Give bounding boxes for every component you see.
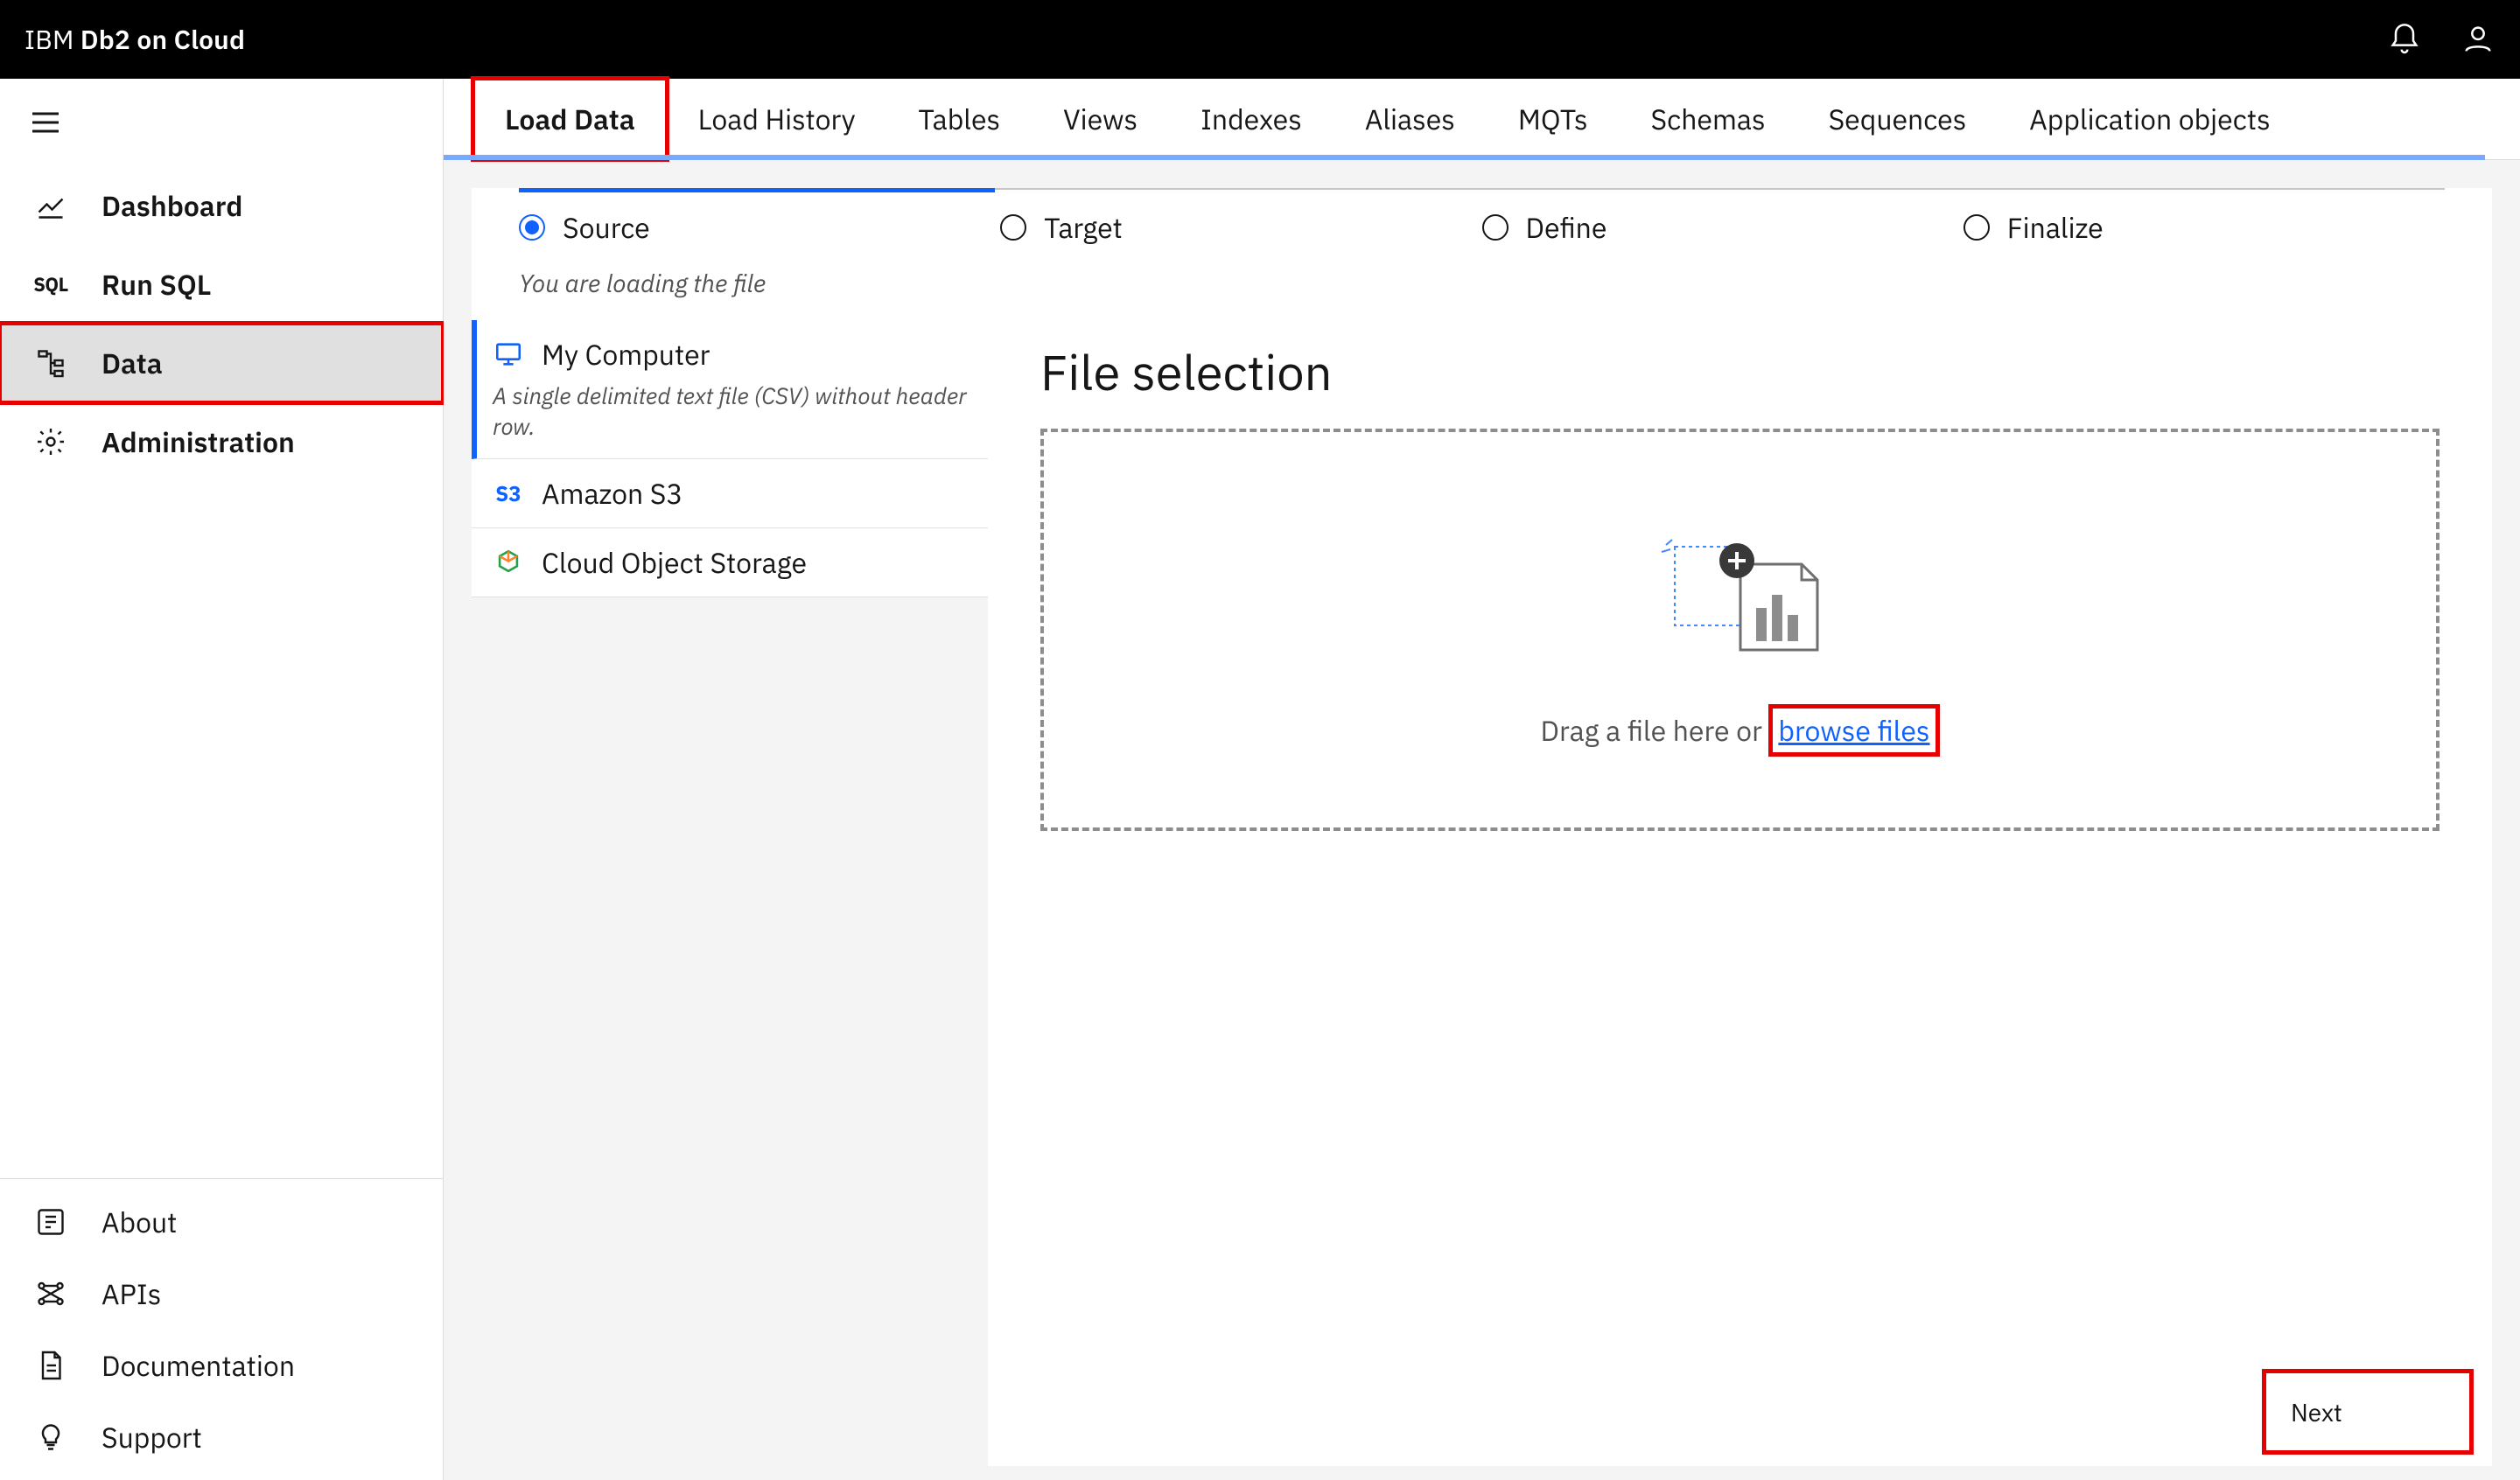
content-area: Load Data Load History Tables Views Inde… bbox=[444, 79, 2520, 1480]
source-desc: A single delimited text file (CSV) witho… bbox=[493, 381, 967, 443]
tab-schemas[interactable]: Schemas bbox=[1620, 79, 1797, 159]
tab-mqts[interactable]: MQTs bbox=[1487, 79, 1620, 159]
upload-illustration-icon bbox=[1653, 503, 1828, 678]
cloud-cube-icon bbox=[493, 547, 524, 578]
source-label: Cloud Object Storage bbox=[542, 544, 807, 581]
source-amazon-s3[interactable]: S3 Amazon S3 bbox=[472, 459, 988, 528]
sidebar-item-label: Run SQL bbox=[102, 266, 211, 303]
radio-icon bbox=[1482, 214, 1508, 241]
radio-icon bbox=[519, 214, 545, 241]
step-finalize[interactable]: Finalize bbox=[1964, 188, 2445, 267]
brand-product: Db2 on Cloud bbox=[80, 23, 245, 57]
menu-toggle[interactable] bbox=[0, 79, 443, 166]
sidebar-item-label: APIs bbox=[102, 1275, 161, 1312]
sidebar: Dashboard SQL Run SQL Data bbox=[0, 79, 444, 1480]
sidebar-item-administration[interactable]: Administration bbox=[0, 402, 443, 481]
step-define[interactable]: Define bbox=[1482, 188, 1964, 267]
source-cloud-object-storage[interactable]: Cloud Object Storage bbox=[472, 528, 988, 597]
tree-icon bbox=[32, 347, 70, 379]
radio-icon bbox=[1964, 214, 1990, 241]
sidebar-item-documentation[interactable]: Documentation bbox=[0, 1330, 443, 1401]
step-source[interactable]: Source bbox=[519, 188, 1000, 267]
sidebar-item-runsql[interactable]: SQL Run SQL bbox=[0, 245, 443, 324]
sidebar-item-about[interactable]: About bbox=[0, 1186, 443, 1258]
stepper: Source Target Define Finalize bbox=[472, 188, 2492, 267]
idea-icon bbox=[32, 1421, 70, 1453]
user-icon[interactable] bbox=[2460, 22, 2496, 57]
sidebar-item-apis[interactable]: APIs bbox=[0, 1258, 443, 1330]
tab-load-history[interactable]: Load History bbox=[667, 79, 887, 159]
brand: IBM Db2 on Cloud bbox=[24, 23, 245, 57]
next-button[interactable]: Next bbox=[2264, 1372, 2471, 1452]
tabs-bar: Load Data Load History Tables Views Inde… bbox=[444, 79, 2520, 160]
s3-icon: S3 bbox=[493, 478, 524, 509]
info-icon bbox=[32, 1206, 70, 1238]
file-selection-area: File selection bbox=[988, 320, 2492, 1466]
sidebar-item-label: Support bbox=[102, 1419, 202, 1456]
browse-files-link[interactable]: browse files bbox=[1768, 704, 1939, 757]
tab-sequences[interactable]: Sequences bbox=[1797, 79, 1998, 159]
top-header: IBM Db2 on Cloud bbox=[0, 0, 2520, 79]
sidebar-item-dashboard[interactable]: Dashboard bbox=[0, 166, 443, 245]
sidebar-item-label: About bbox=[102, 1204, 177, 1240]
stepper-subtext: You are loading the file bbox=[472, 267, 2492, 320]
sidebar-item-label: Dashboard bbox=[102, 187, 242, 224]
tab-indexes[interactable]: Indexes bbox=[1169, 79, 1334, 159]
monitor-icon bbox=[493, 339, 524, 370]
tab-application-objects[interactable]: Application objects bbox=[1998, 79, 2301, 159]
source-my-computer[interactable]: My Computer A single delimited text file… bbox=[472, 320, 988, 459]
file-dropzone[interactable]: Drag a file here or browse files bbox=[1040, 429, 2440, 831]
tab-tables[interactable]: Tables bbox=[887, 79, 1032, 159]
source-list: My Computer A single delimited text file… bbox=[472, 320, 988, 1466]
main-panel: Source Target Define Finalize You are lo… bbox=[472, 188, 2492, 1466]
sidebar-item-label: Documentation bbox=[102, 1347, 295, 1384]
drop-text: Drag a file here or browse files bbox=[1540, 704, 1939, 757]
sidebar-item-support[interactable]: Support bbox=[0, 1401, 443, 1473]
tab-views[interactable]: Views bbox=[1032, 79, 1169, 159]
gear-icon bbox=[32, 426, 70, 457]
sidebar-item-label: Data bbox=[102, 345, 163, 381]
chart-line-icon bbox=[32, 190, 70, 221]
sidebar-item-data[interactable]: Data bbox=[0, 324, 443, 402]
radio-icon bbox=[1000, 214, 1026, 241]
brand-prefix: IBM bbox=[24, 23, 74, 57]
tab-aliases[interactable]: Aliases bbox=[1334, 79, 1487, 159]
sql-icon: SQL bbox=[32, 272, 70, 297]
notification-icon[interactable] bbox=[2387, 22, 2422, 57]
step-target[interactable]: Target bbox=[1000, 188, 1481, 267]
source-label: My Computer bbox=[542, 336, 710, 373]
document-icon bbox=[32, 1350, 70, 1381]
sidebar-item-label: Administration bbox=[102, 423, 295, 460]
file-selection-title: File selection bbox=[1040, 341, 2440, 404]
tab-load-data[interactable]: Load Data bbox=[473, 79, 667, 159]
source-label: Amazon S3 bbox=[542, 475, 683, 512]
graph-icon bbox=[32, 1278, 70, 1309]
